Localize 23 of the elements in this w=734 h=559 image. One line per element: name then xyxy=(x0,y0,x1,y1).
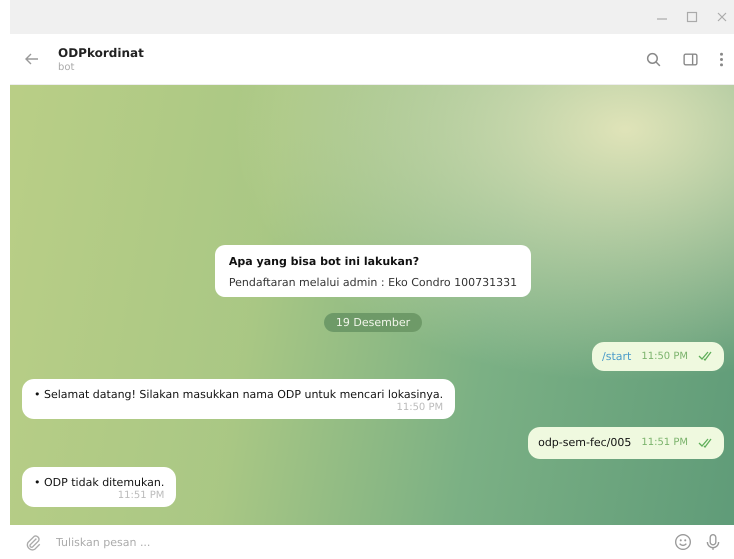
maximize-icon[interactable] xyxy=(686,11,698,23)
close-icon[interactable] xyxy=(716,11,728,23)
chat-name: ODPkordinat xyxy=(58,46,145,60)
paperclip-icon[interactable] xyxy=(24,533,42,551)
more-icon[interactable] xyxy=(719,50,724,68)
message-time: 11:50 PM xyxy=(641,350,688,362)
message-time: 11:50 PM xyxy=(396,402,444,414)
message-text: • ODP tidak ditemukan. xyxy=(34,474,164,490)
message-input[interactable]: Tuliskan pesan ... xyxy=(54,534,662,550)
date-pill: 19 Desember xyxy=(324,312,422,332)
back-arrow-icon[interactable] xyxy=(24,51,40,67)
microphone-icon[interactable] xyxy=(704,533,722,551)
bot-info-title: Apa yang bisa bot ini lakukan? xyxy=(228,254,420,268)
message-text: odp-sem-fec/005 xyxy=(538,435,632,451)
bot-info-text: Pendaftaran melalui admin : Eko Condro 100731331 xyxy=(228,276,518,289)
message-text: /start xyxy=(602,350,632,363)
smiley-icon[interactable] xyxy=(674,533,692,551)
message-text: • Selamat datang! Silakan masukkan nama ODP untuk mencari lokasinya. xyxy=(34,386,444,402)
search-icon[interactable] xyxy=(645,50,662,68)
sidebar-toggle-icon[interactable] xyxy=(682,50,699,68)
message-time: 11:51 PM xyxy=(118,490,164,501)
chat-status: bot xyxy=(58,62,76,72)
message-time: 11:51 PM xyxy=(641,437,688,448)
